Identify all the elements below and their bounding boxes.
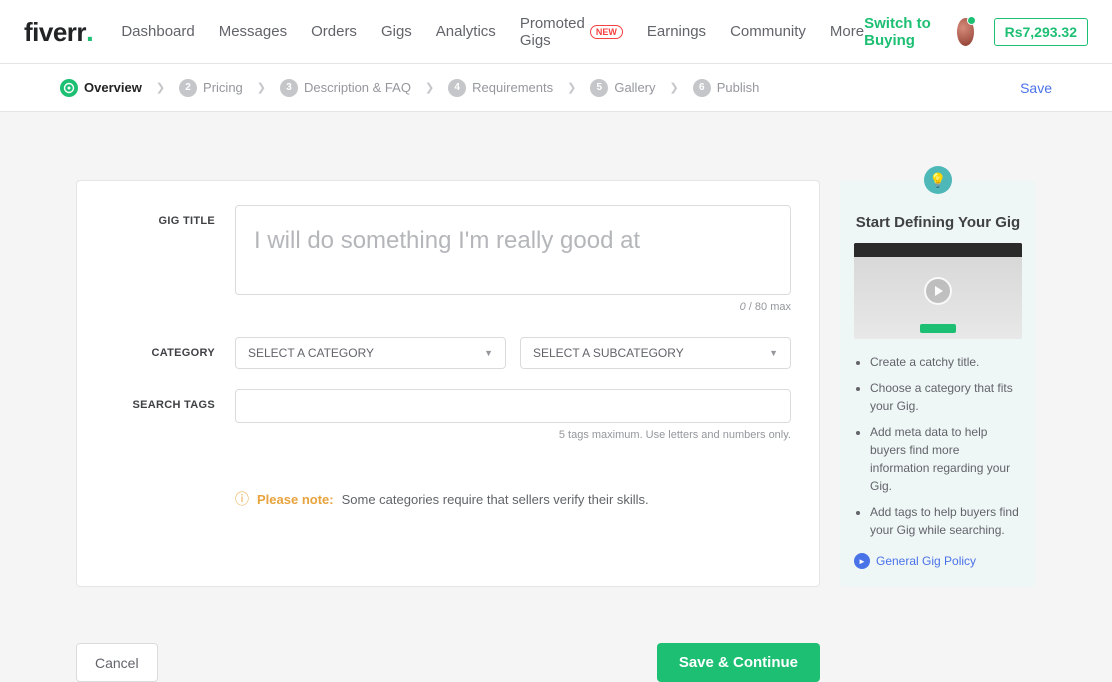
step-requirements[interactable]: 4 Requirements bbox=[448, 79, 553, 97]
tip-item: Add meta data to help buyers find more i… bbox=[870, 423, 1022, 495]
tips-sidebar: 💡 Start Defining Your Gig Create a catch… bbox=[840, 180, 1036, 587]
tips-list: Create a catchy title. Choose a category… bbox=[854, 353, 1022, 539]
steps: Overview ❯ 2 Pricing ❯ 3 Description & FAQ… bbox=[60, 79, 1020, 97]
nav-community[interactable]: Community bbox=[730, 15, 806, 49]
balance-badge[interactable]: Rs7,293.32 bbox=[994, 18, 1088, 46]
nav-promoted-gigs[interactable]: Promoted Gigs NEW bbox=[520, 15, 623, 49]
nav-analytics[interactable]: Analytics bbox=[436, 15, 496, 49]
gig-title-label: GIG TITLE bbox=[105, 205, 235, 329]
step-label: Description & FAQ bbox=[304, 80, 411, 95]
chevron-right-icon: ❯ bbox=[425, 81, 434, 94]
gig-form: GIG TITLE I will do something I'm really… bbox=[76, 180, 820, 587]
note-text: Some categories require that sellers ver… bbox=[342, 492, 649, 507]
step-label: Overview bbox=[84, 80, 142, 95]
select-value: SELECT A SUBCATEGORY bbox=[533, 346, 684, 360]
step-gallery[interactable]: 5 Gallery bbox=[590, 79, 655, 97]
main-header: fiverr. Dashboard Messages Orders Gigs A… bbox=[0, 0, 1112, 64]
note-label: Please note: bbox=[257, 492, 334, 507]
video-topbar bbox=[854, 243, 1022, 257]
switch-to-buying-link[interactable]: Switch to Buying bbox=[864, 15, 937, 49]
steps-bar: Overview ❯ 2 Pricing ❯ 3 Description & FAQ… bbox=[0, 64, 1112, 112]
step-label: Publish bbox=[717, 80, 760, 95]
row-category: CATEGORY SELECT A CATEGORY ▼ SELECT A SUB… bbox=[105, 337, 791, 369]
step-label: Gallery bbox=[614, 80, 655, 95]
category-label: CATEGORY bbox=[105, 337, 235, 369]
row-title: GIG TITLE I will do something I'm really… bbox=[105, 205, 791, 329]
sidebar-title: Start Defining Your Gig bbox=[854, 214, 1022, 231]
chevron-right-icon: ❯ bbox=[156, 81, 165, 94]
check-icon bbox=[60, 79, 78, 97]
header-right: Switch to Buying Rs7,293.32 bbox=[864, 15, 1088, 49]
step-overview[interactable]: Overview bbox=[60, 79, 142, 97]
chevron-down-icon: ▼ bbox=[769, 348, 778, 358]
nav-messages[interactable]: Messages bbox=[219, 15, 287, 49]
step-number: 5 bbox=[590, 79, 608, 97]
subcategory-select[interactable]: SELECT A SUBCATEGORY ▼ bbox=[520, 337, 791, 369]
gig-title-input[interactable]: I will do something I'm really good at bbox=[235, 205, 791, 295]
tutorial-video[interactable] bbox=[854, 243, 1022, 339]
logo-dot: . bbox=[86, 16, 93, 48]
step-description[interactable]: 3 Description & FAQ bbox=[280, 79, 411, 97]
video-icon: ► bbox=[854, 553, 870, 569]
logo-text: fiverr bbox=[24, 17, 86, 48]
row-tags: SEARCH TAGS 5 tags maximum. Use letters … bbox=[105, 389, 791, 457]
online-indicator bbox=[967, 16, 976, 25]
step-publish[interactable]: 6 Publish bbox=[693, 79, 760, 97]
tags-label: SEARCH TAGS bbox=[105, 389, 235, 457]
nav-gigs[interactable]: Gigs bbox=[381, 15, 412, 49]
info-icon: ⓘ bbox=[235, 489, 249, 509]
step-label: Pricing bbox=[203, 80, 243, 95]
category-select[interactable]: SELECT A CATEGORY ▼ bbox=[235, 337, 506, 369]
tags-field: 5 tags maximum. Use letters and numbers … bbox=[235, 389, 791, 457]
nav-more[interactable]: More bbox=[830, 15, 864, 49]
new-badge: NEW bbox=[590, 25, 623, 39]
category-selects: SELECT A CATEGORY ▼ SELECT A SUBCATEGORY ▼ bbox=[235, 337, 791, 369]
form-actions: Cancel Save & Continue bbox=[76, 643, 1036, 682]
nav-earnings[interactable]: Earnings bbox=[647, 15, 706, 49]
save-continue-button[interactable]: Save & Continue bbox=[657, 643, 820, 682]
cancel-button[interactable]: Cancel bbox=[76, 643, 158, 682]
top-nav: Dashboard Messages Orders Gigs Analytics… bbox=[121, 15, 864, 49]
nav-promoted-label: Promoted Gigs bbox=[520, 15, 585, 49]
nav-dashboard[interactable]: Dashboard bbox=[121, 15, 194, 49]
step-number: 2 bbox=[179, 79, 197, 97]
gig-title-field: I will do something I'm really good at 0… bbox=[235, 205, 791, 329]
avatar[interactable] bbox=[957, 18, 974, 46]
logo[interactable]: fiverr. bbox=[24, 16, 93, 48]
step-number: 6 bbox=[693, 79, 711, 97]
main-content: GIG TITLE I will do something I'm really… bbox=[76, 112, 1036, 627]
tip-item: Create a catchy title. bbox=[870, 353, 1022, 371]
note-row: ⓘ Please note: Some categories require t… bbox=[105, 489, 791, 509]
tip-item: Add tags to help buyers find your Gig wh… bbox=[870, 503, 1022, 539]
tip-item: Choose a category that fits your Gig. bbox=[870, 379, 1022, 415]
select-value: SELECT A CATEGORY bbox=[248, 346, 374, 360]
chevron-right-icon: ❯ bbox=[567, 81, 576, 94]
chevron-down-icon: ▼ bbox=[484, 348, 493, 358]
nav-orders[interactable]: Orders bbox=[311, 15, 357, 49]
category-field: SELECT A CATEGORY ▼ SELECT A SUBCATEGORY ▼ bbox=[235, 337, 791, 369]
chevron-right-icon: ❯ bbox=[257, 81, 266, 94]
play-icon bbox=[924, 277, 952, 305]
tags-input[interactable] bbox=[235, 389, 791, 423]
step-number: 3 bbox=[280, 79, 298, 97]
bulb-icon: 💡 bbox=[924, 166, 952, 194]
policy-link-row: ► General Gig Policy bbox=[854, 553, 1022, 569]
chevron-right-icon: ❯ bbox=[670, 81, 679, 94]
step-label: Requirements bbox=[472, 80, 553, 95]
save-link[interactable]: Save bbox=[1020, 80, 1052, 96]
title-char-count: 0 / 80 max bbox=[235, 301, 791, 313]
gig-policy-link[interactable]: General Gig Policy bbox=[876, 554, 976, 568]
step-number: 4 bbox=[448, 79, 466, 97]
video-fake-button bbox=[920, 324, 956, 333]
tags-hint: 5 tags maximum. Use letters and numbers … bbox=[235, 429, 791, 441]
step-pricing[interactable]: 2 Pricing bbox=[179, 79, 243, 97]
